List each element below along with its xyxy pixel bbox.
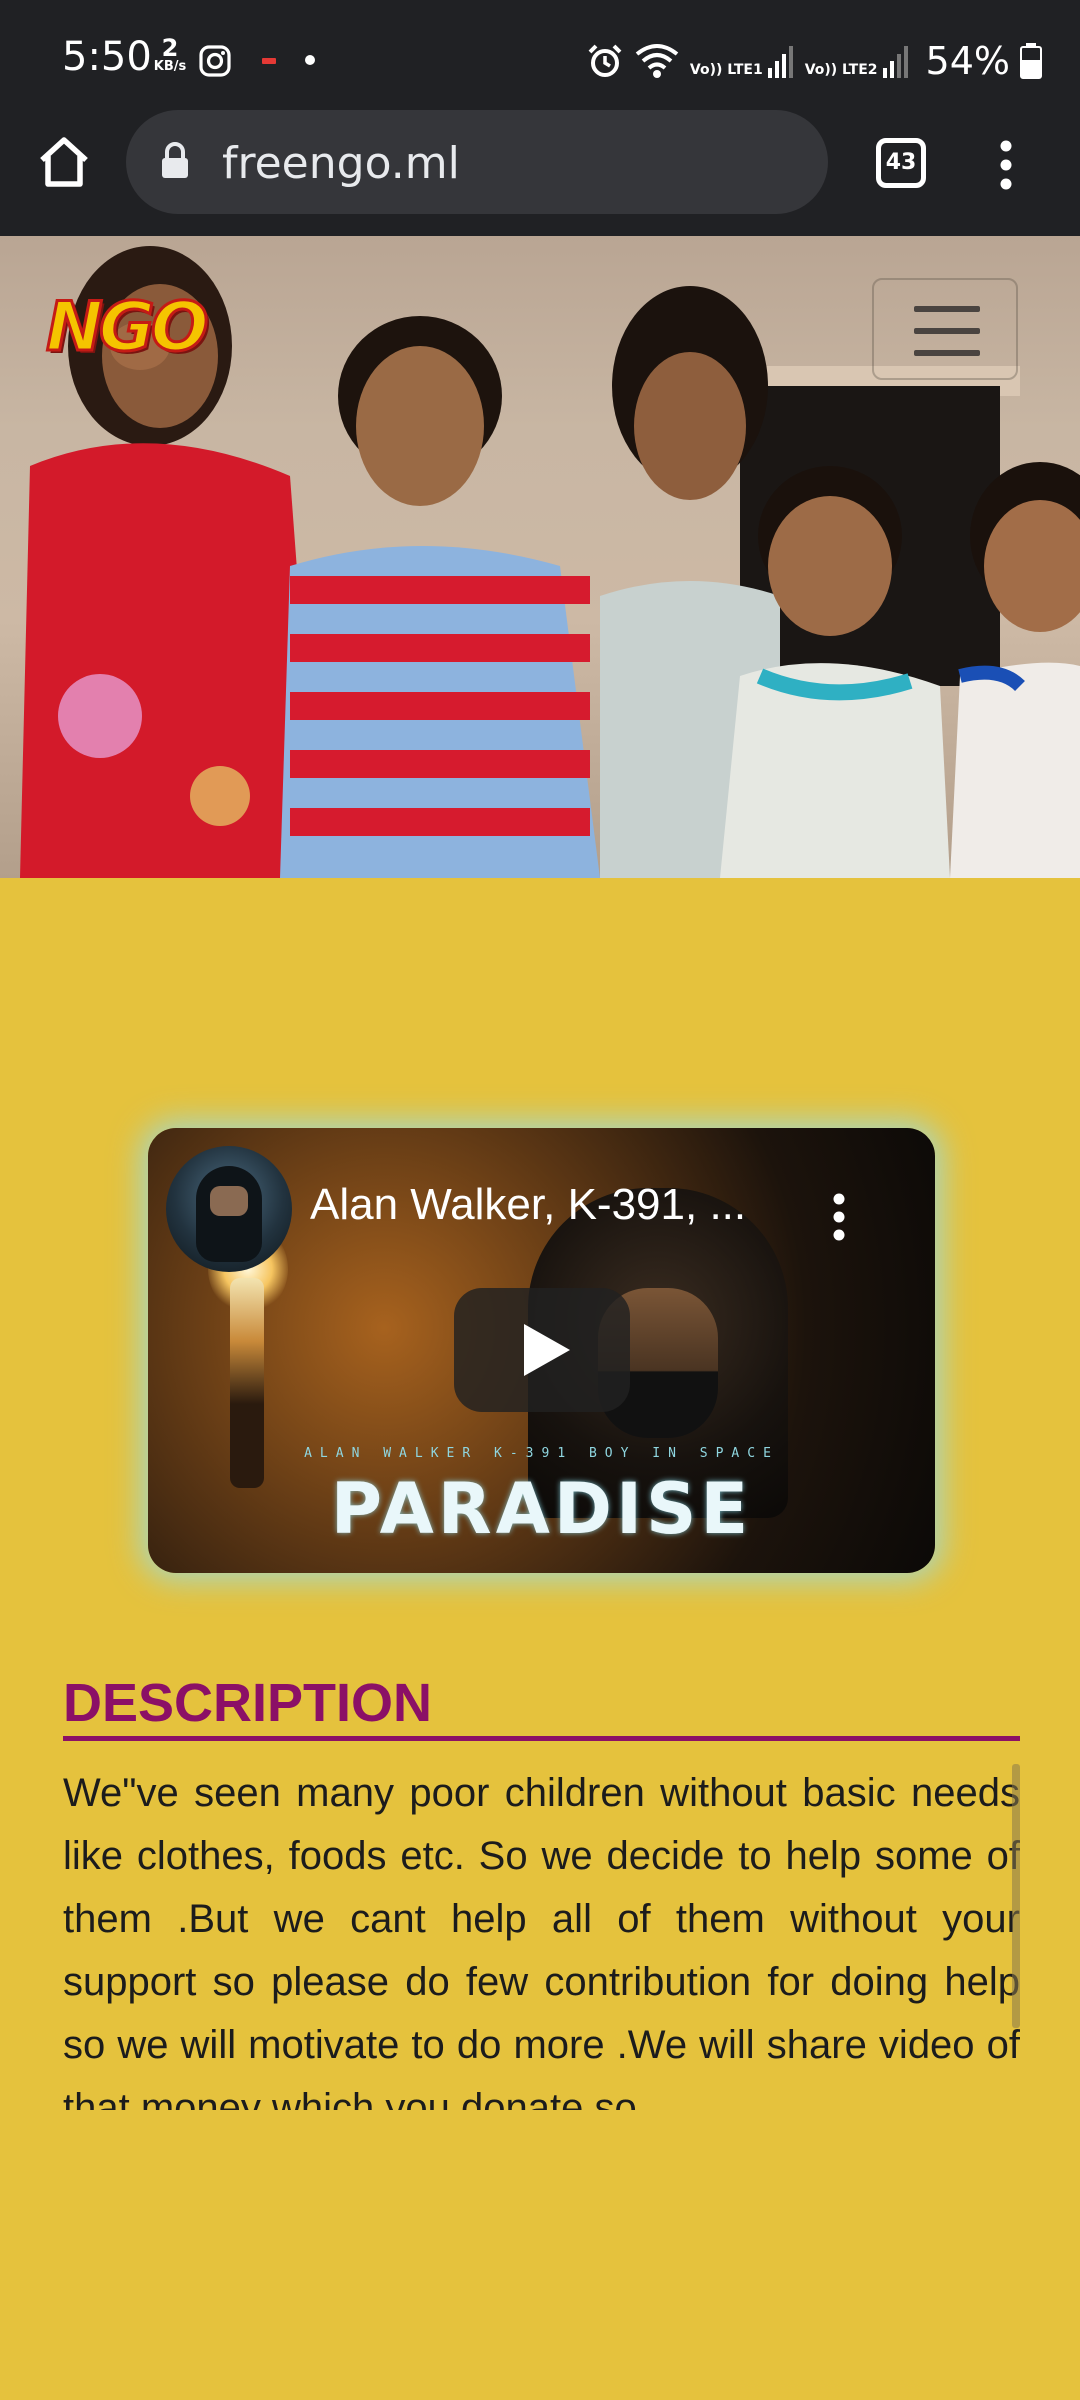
status-bar: 5:50 2 KB/s Vo)) LTE1 Vo)) LTE2 54% [0,0,1080,110]
tab-switcher-button[interactable]: 43 [876,138,926,188]
status-icons: Vo)) LTE1 Vo)) LTE2 54% [586,36,1042,86]
hamburger-menu-button[interactable] [872,278,1018,380]
signal-icon [882,46,908,78]
description-scrollbar[interactable] [1012,1764,1020,2028]
alarm-icon [588,44,622,77]
heading-divider [63,1736,1020,1741]
battery-percent: 54% [925,39,1010,83]
url-text[interactable]: freengo.ml [222,138,460,189]
video-artwork-credits: ALAN WALKER K-391 BOY IN SPACE [304,1446,779,1461]
youtube-video-embed[interactable]: Alan Walker, K-391, ... ALAN WALKER K-39… [148,1128,935,1573]
channel-avatar[interactable] [166,1146,292,1272]
network-speed-value: 2 [161,34,179,62]
browser-toolbar: freengo.ml 43 [0,110,1080,236]
sim2-label: Vo)) LTE2 [804,62,878,79]
browser-menu-icon[interactable] [996,140,1016,190]
description-heading: DESCRIPTION [63,1673,433,1733]
more-notifications-dot-icon [305,55,315,65]
sim1-signal: Vo)) LTE1 [690,44,795,78]
signal-icon [767,46,793,78]
play-button[interactable] [454,1288,630,1412]
hero-banner-image: NGO [0,236,1080,878]
sim1-label: Vo)) LTE1 [689,62,763,79]
video-artwork-title: PARADISE [330,1468,753,1550]
lock-icon[interactable] [160,142,190,180]
network-speed-unit: KB/s [153,59,187,74]
instagram-icon [199,45,231,77]
description-text: We"ve seen many poor children without ba… [63,1771,1020,2110]
ngo-logo[interactable]: NGO [45,287,211,369]
video-more-options-icon[interactable] [832,1192,846,1242]
play-icon [524,1324,570,1376]
description-scroll-area[interactable]: We"ve seen many poor children without ba… [63,1762,1020,2110]
video-title[interactable]: Alan Walker, K-391, ... [310,1180,746,1230]
status-time: 5:50 [62,34,152,80]
address-bar[interactable]: freengo.ml [126,110,828,214]
battery-icon [1020,43,1042,79]
notification-icon [262,58,276,64]
home-icon[interactable] [34,132,94,192]
wifi-icon [635,44,679,78]
sim2-signal: Vo)) LTE2 [805,44,910,78]
network-speed: 2 KB/s [150,36,190,73]
